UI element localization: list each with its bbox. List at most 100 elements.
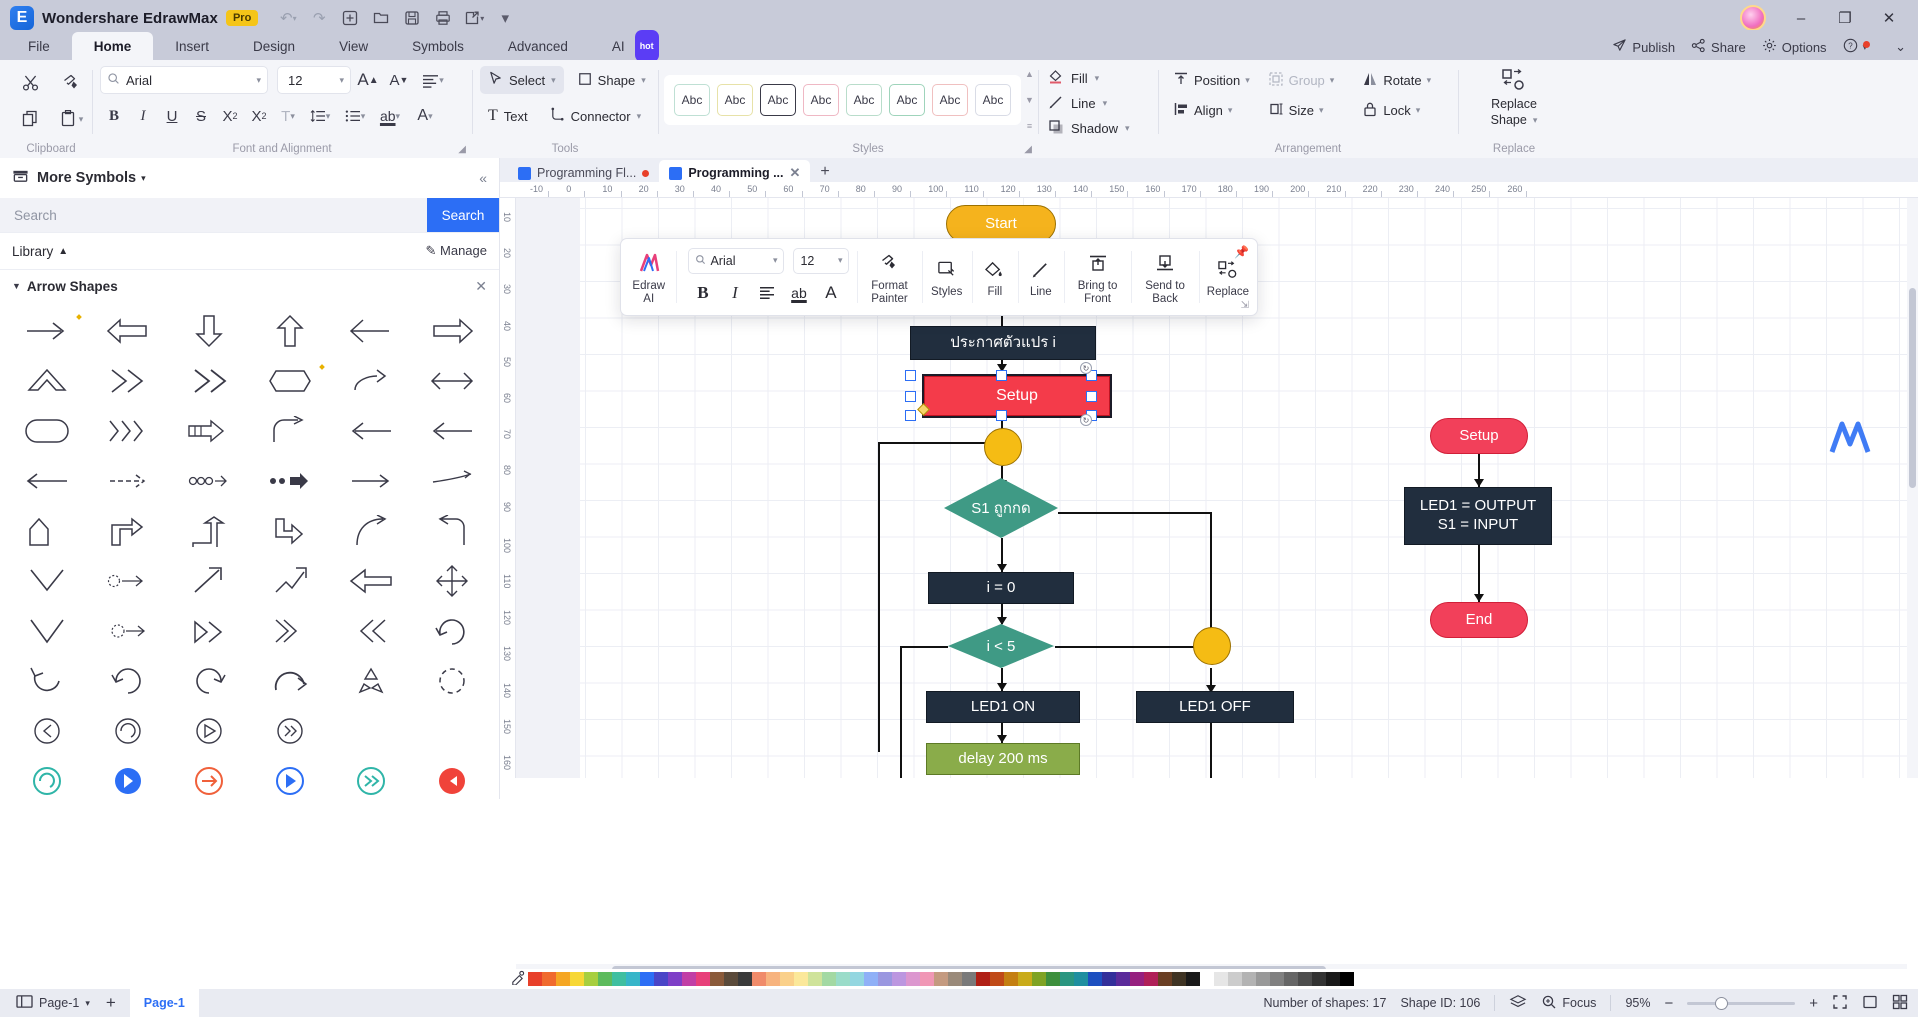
- menu-view[interactable]: View: [317, 32, 390, 62]
- strikethrough-button[interactable]: S: [187, 102, 215, 130]
- size-button[interactable]: Size ▾: [1263, 96, 1354, 124]
- more-symbols-label[interactable]: More Symbols: [37, 170, 136, 186]
- color-swatch[interactable]: [1018, 972, 1032, 986]
- shape-chevron-right-double[interactable]: [87, 356, 168, 406]
- shape-circle-chevrons-teal[interactable]: [331, 756, 412, 799]
- color-swatch[interactable]: [1270, 972, 1284, 986]
- color-swatch[interactable]: [934, 972, 948, 986]
- shape-arrow-left-open[interactable]: [331, 306, 412, 356]
- gallery-down-icon[interactable]: ▼: [1025, 95, 1034, 105]
- node-side-io[interactable]: LED1 = OUTPUT S1 = INPUT: [1404, 487, 1552, 545]
- line-button[interactable]: Line ▾: [1048, 91, 1148, 116]
- color-swatch[interactable]: [1326, 972, 1340, 986]
- line-spacing-button[interactable]: ▾: [303, 102, 337, 130]
- color-swatch[interactable]: [1102, 972, 1116, 986]
- color-swatch[interactable]: [710, 972, 724, 986]
- connector-tool-button[interactable]: Connector ▾: [542, 102, 650, 130]
- shape-circle-play-blue[interactable]: [249, 756, 330, 799]
- customize-toolbar-icon[interactable]: ▾: [491, 5, 519, 31]
- color-swatch[interactable]: [850, 972, 864, 986]
- page-tab-page1[interactable]: Page-1: [129, 989, 199, 1017]
- chevron-down-icon[interactable]: ▾: [773, 255, 778, 266]
- symbols-search-input[interactable]: Search: [0, 198, 427, 232]
- collapse-ribbon-button[interactable]: ⌄: [1895, 39, 1906, 55]
- collapse-panel-icon[interactable]: «: [479, 170, 487, 186]
- fit-page-icon[interactable]: [1832, 994, 1848, 1013]
- style-swatch[interactable]: Abc: [932, 84, 968, 116]
- edraw-ai-icon[interactable]: [634, 249, 664, 277]
- shape-arrow-right-block[interactable]: [412, 306, 493, 356]
- resize-handle-nw[interactable]: [905, 370, 916, 381]
- node-s1-decision[interactable]: S1 ถูกกด: [944, 478, 1058, 538]
- layers-icon[interactable]: [1509, 994, 1527, 1013]
- zoom-slider-knob[interactable]: [1715, 996, 1729, 1010]
- help-button[interactable]: ? ▾: [1843, 38, 1880, 56]
- color-swatch[interactable]: [1312, 972, 1326, 986]
- color-swatch[interactable]: [1214, 972, 1228, 986]
- color-swatch[interactable]: [948, 972, 962, 986]
- style-swatch[interactable]: Abc: [803, 84, 839, 116]
- paragraph-align-button[interactable]: ▾: [416, 66, 450, 94]
- color-swatch[interactable]: [794, 972, 808, 986]
- shape-arrow-elbow-down[interactable]: [249, 506, 330, 556]
- resize-handle-s[interactable]: [996, 410, 1007, 421]
- save-icon[interactable]: [398, 5, 426, 31]
- rotate-handle-bottom[interactable]: ↻: [1080, 414, 1092, 426]
- shape-arrow-left-long[interactable]: [6, 456, 87, 506]
- menu-symbols[interactable]: Symbols: [390, 32, 486, 62]
- node-led1-on[interactable]: LED1 ON: [926, 691, 1080, 723]
- category-arrow-shapes[interactable]: ▼ Arrow Shapes ✕: [0, 270, 499, 302]
- color-swatch[interactable]: [1088, 972, 1102, 986]
- chevron-down-icon[interactable]: ▾: [141, 173, 146, 184]
- shape-circle-arrow-blue[interactable]: [87, 756, 168, 799]
- print-icon[interactable]: [429, 5, 457, 31]
- color-swatch[interactable]: [584, 972, 598, 986]
- shape-arrow-zigzag[interactable]: [331, 356, 412, 406]
- shape-arrow-dotted[interactable]: [87, 456, 168, 506]
- qt-bold-button[interactable]: B: [688, 279, 718, 307]
- qt-align-button[interactable]: [752, 279, 782, 307]
- library-label[interactable]: Library: [12, 244, 53, 259]
- color-swatch[interactable]: [528, 972, 542, 986]
- color-swatch[interactable]: [1284, 972, 1298, 986]
- styles-gallery-scroll[interactable]: ▲ ▼ ≡: [1025, 69, 1034, 131]
- color-swatch[interactable]: [1298, 972, 1312, 986]
- options-button[interactable]: Options: [1762, 38, 1827, 56]
- color-swatch[interactable]: [542, 972, 556, 986]
- shape-chevron-triple[interactable]: [87, 406, 168, 456]
- shape-blank-1[interactable]: [331, 706, 412, 756]
- qt-highlight-button[interactable]: ab: [784, 279, 814, 307]
- zoom-out-button[interactable]: −: [1664, 995, 1673, 1012]
- shape-arrow-elbow-right[interactable]: [168, 506, 249, 556]
- node-junction-1[interactable]: [984, 428, 1022, 466]
- shape-arrow-ccw[interactable]: [168, 656, 249, 706]
- select-tool-button[interactable]: Select ▾: [480, 66, 564, 94]
- chevron-up-icon[interactable]: ▲: [58, 246, 68, 257]
- shape-arrow-notch[interactable]: [249, 606, 330, 656]
- shape-arrow-up-block[interactable]: [249, 306, 330, 356]
- color-swatch[interactable]: [864, 972, 878, 986]
- cut-icon[interactable]: [14, 67, 48, 99]
- page-list-button[interactable]: Page-1 ▾: [8, 991, 98, 1015]
- shape-hexagon-flat[interactable]: [249, 356, 330, 406]
- color-swatch[interactable]: [598, 972, 612, 986]
- shape-circle-refresh-teal[interactable]: [6, 756, 87, 799]
- styles-dialog-launcher[interactable]: ◢: [1024, 144, 1032, 155]
- shape-arrow-circle-play[interactable]: [168, 706, 249, 756]
- rotate-handle-top[interactable]: ↻: [1080, 362, 1092, 374]
- gallery-up-icon[interactable]: ▲: [1025, 69, 1034, 79]
- shadow-button[interactable]: Shadow ▾: [1048, 116, 1148, 141]
- menu-home[interactable]: Home: [71, 32, 154, 62]
- color-swatch[interactable]: [1242, 972, 1256, 986]
- shape-arrow-left-thin[interactable]: [331, 406, 412, 456]
- vertical-ruler[interactable]: 10 20 30 40 50 60 70 80 90 100 110 120 130 140 150 160: [500, 198, 516, 778]
- italic-button[interactable]: I: [129, 102, 157, 130]
- shape-chevron-right-wide[interactable]: [168, 356, 249, 406]
- color-swatch[interactable]: [556, 972, 570, 986]
- color-swatch[interactable]: [752, 972, 766, 986]
- shape-arrow-double-head[interactable]: [412, 356, 493, 406]
- color-swatch[interactable]: [640, 972, 654, 986]
- color-swatch[interactable]: [808, 972, 822, 986]
- shape-arrow-dashed-circle[interactable]: [412, 656, 493, 706]
- vertical-scrollbar[interactable]: [1907, 198, 1918, 778]
